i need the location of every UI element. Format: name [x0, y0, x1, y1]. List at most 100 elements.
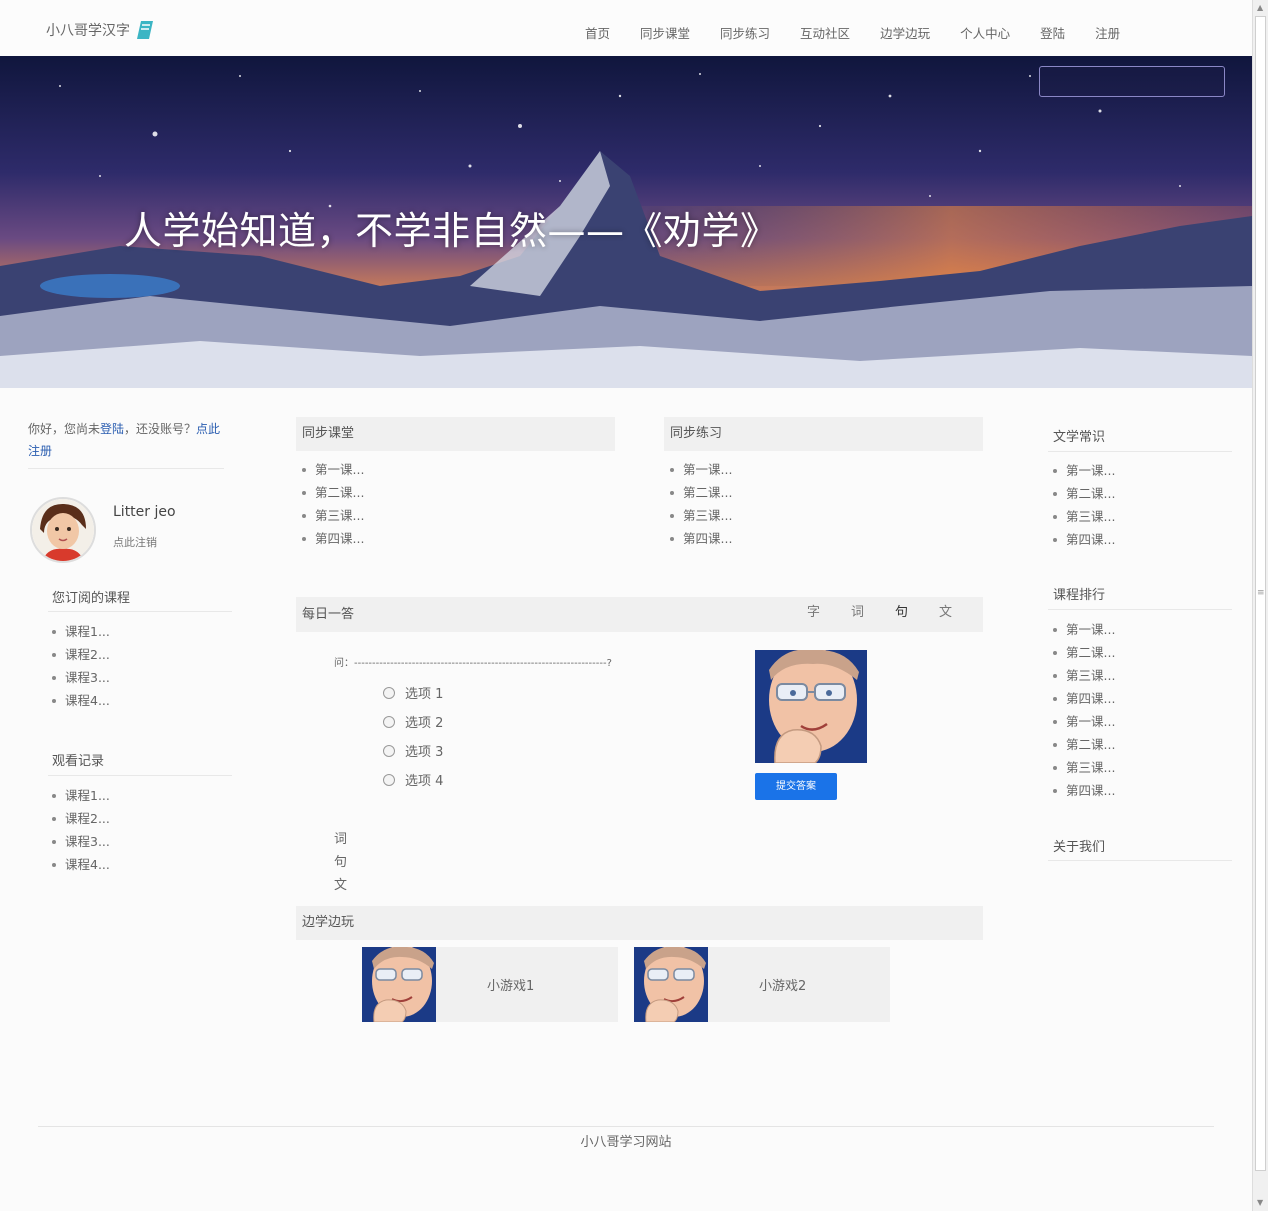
list-item[interactable]: 第四课... — [670, 527, 732, 550]
list-item[interactable]: 第二课... — [1053, 641, 1115, 664]
nav-profile[interactable]: 个人中心 — [945, 25, 1025, 43]
user-name: Litter jeo — [113, 504, 176, 520]
question-text: 问：--------------------------------------… — [334, 658, 612, 669]
greeting-mid: ，还没账号？ — [124, 422, 197, 436]
subscribed-courses-list: 课程1... 课程2... 课程3... 课程4... — [52, 620, 110, 712]
radio-button[interactable] — [383, 686, 395, 699]
option-1[interactable]: 选项 1 — [383, 678, 443, 707]
radio-button[interactable] — [383, 715, 395, 728]
option-3[interactable]: 选项 3 — [383, 736, 443, 765]
list-item[interactable]: 课程4... — [52, 689, 110, 712]
list-item[interactable]: 第三课... — [1053, 505, 1115, 528]
option-label: 选项 3 — [405, 745, 444, 760]
list-item[interactable]: 第一课... — [670, 458, 732, 481]
list-item[interactable]: 第二课... — [1053, 733, 1115, 756]
course-ranking-title: 课程排行 — [1053, 588, 1106, 603]
game-card-2[interactable]: 小游戏2 — [634, 947, 890, 1022]
list-item[interactable]: 第三课... — [670, 504, 732, 527]
vertical-words: 词 句 文 — [334, 828, 347, 897]
watch-history-list: 课程1... 课程2... 课程3... 课程4... — [52, 784, 110, 876]
nav-sync-class[interactable]: 同步课堂 — [625, 25, 705, 43]
page: 小八哥学汉字 首页 同步课堂 同步练习 互动社区 边学边玩 个人中心 登陆 注册 — [0, 0, 1252, 1211]
tab-word[interactable]: 词 — [851, 598, 895, 628]
option-4[interactable]: 选项 4 — [383, 765, 443, 794]
list-item[interactable]: 第三课... — [1053, 756, 1115, 779]
divider — [48, 611, 232, 612]
tab-sentence[interactable]: 句 — [895, 598, 939, 628]
list-item[interactable]: 第一课... — [1053, 459, 1115, 482]
tab-character[interactable]: 字 — [807, 598, 851, 628]
list-item[interactable]: 第一课... — [1053, 710, 1115, 733]
list-item[interactable]: 第二课... — [1053, 482, 1115, 505]
subscribed-courses-title: 您订阅的课程 — [52, 591, 131, 606]
sentence-item[interactable]: 句 — [334, 851, 347, 874]
mascot-image — [755, 650, 867, 763]
login-link[interactable]: 登陆 — [100, 422, 124, 436]
footer-divider — [38, 1126, 1214, 1127]
list-item[interactable]: 第四课... — [302, 527, 364, 550]
submit-answer-button[interactable]: 提交答案 — [755, 773, 837, 800]
nav-play[interactable]: 边学边玩 — [865, 25, 945, 43]
nav-community[interactable]: 互动社区 — [785, 25, 865, 43]
option-label: 选项 1 — [405, 687, 444, 702]
main-nav: 首页 同步课堂 同步练习 互动社区 边学边玩 个人中心 登陆 注册 — [570, 25, 1135, 43]
divider — [1048, 860, 1232, 861]
radio-button[interactable] — [383, 744, 395, 757]
list-item[interactable]: 第一课... — [302, 458, 364, 481]
nav-login[interactable]: 登陆 — [1025, 25, 1080, 43]
list-item[interactable]: 第二课... — [302, 481, 364, 504]
divider — [48, 775, 232, 776]
sync-practice-title: 同步练习 — [664, 417, 983, 451]
tab-text[interactable]: 文 — [939, 598, 983, 628]
scroll-up-arrow-icon[interactable]: ▲ — [1257, 3, 1263, 12]
grip-icon: ≡ — [1257, 588, 1265, 598]
text-item[interactable]: 文 — [334, 874, 347, 897]
sync-class-list: 第一课... 第二课... 第三课... 第四课... — [302, 458, 364, 550]
game-label: 小游戏2 — [759, 979, 807, 994]
vertical-scrollbar[interactable]: ▲ ≡ ▼ — [1252, 0, 1268, 1211]
divider — [1048, 451, 1232, 452]
option-label: 选项 4 — [405, 774, 444, 789]
list-item[interactable]: 课程3... — [52, 830, 110, 853]
nav-home[interactable]: 首页 — [570, 25, 625, 43]
book-icon — [136, 20, 154, 40]
list-item[interactable]: 第四课... — [1053, 779, 1115, 802]
list-item[interactable]: 课程3... — [52, 666, 110, 689]
divider — [28, 468, 224, 469]
list-item[interactable]: 课程1... — [52, 784, 110, 807]
game-card-1[interactable]: 小游戏1 — [362, 947, 618, 1022]
list-item[interactable]: 第三课... — [302, 504, 364, 527]
sync-class-title: 同步课堂 — [296, 417, 615, 451]
nav-register[interactable]: 注册 — [1080, 25, 1135, 43]
hero-banner: 人学始知道，不学非自然——《劝学》 — [0, 56, 1252, 388]
footer-text: 小八哥学习网站 — [580, 1135, 672, 1150]
game-thumbnail — [362, 947, 436, 1022]
list-item[interactable]: 第二课... — [670, 481, 732, 504]
game-thumbnail — [634, 947, 708, 1022]
avatar[interactable] — [30, 497, 96, 563]
list-item[interactable]: 课程2... — [52, 807, 110, 830]
about-us-title[interactable]: 关于我们 — [1053, 836, 1105, 855]
option-2[interactable]: 选项 2 — [383, 707, 443, 736]
logout-link[interactable]: 点此注销 — [113, 534, 157, 550]
divider — [1048, 609, 1232, 610]
game-label: 小游戏1 — [487, 979, 535, 994]
list-item[interactable]: 课程4... — [52, 853, 110, 876]
list-item[interactable]: 第一课... — [1053, 618, 1115, 641]
list-item[interactable]: 第四课... — [1053, 687, 1115, 710]
course-ranking-list: 第一课... 第二课... 第三课... 第四课... 第一课... 第二课..… — [1053, 618, 1115, 802]
brand[interactable]: 小八哥学汉字 — [46, 20, 154, 40]
daily-tabs: 字 词 句 文 — [807, 598, 983, 628]
list-item[interactable]: 课程2... — [52, 643, 110, 666]
list-item[interactable]: 第四课... — [1053, 528, 1115, 551]
word-item[interactable]: 词 — [334, 828, 347, 851]
literature-list: 第一课... 第二课... 第三课... 第四课... — [1053, 459, 1115, 551]
nav-sync-practice[interactable]: 同步练习 — [705, 25, 785, 43]
list-item[interactable]: 第三课... — [1053, 664, 1115, 687]
scroll-down-arrow-icon[interactable]: ▼ — [1257, 1198, 1263, 1207]
list-item[interactable]: 课程1... — [52, 620, 110, 643]
answer-options: 选项 1 选项 2 选项 3 选项 4 — [383, 678, 443, 794]
banner-quote: 人学始知道，不学非自然——《劝学》 — [124, 209, 779, 253]
banner-search-input[interactable] — [1039, 66, 1225, 97]
radio-button[interactable] — [383, 773, 395, 786]
